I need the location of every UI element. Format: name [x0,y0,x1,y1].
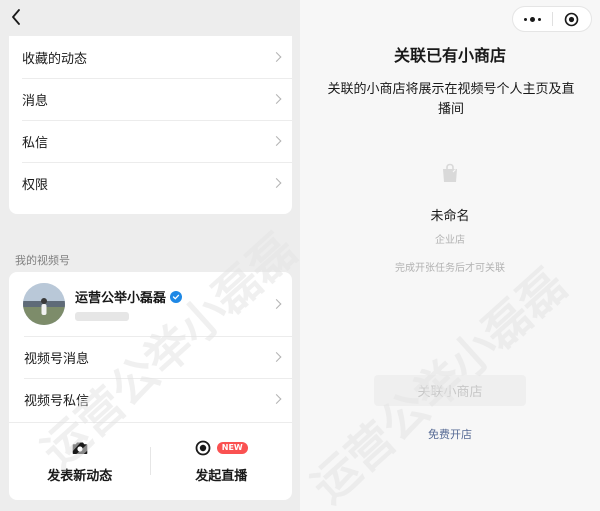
menu-item-label: 权限 [22,177,49,193]
chevron-right-icon [271,178,282,188]
menu-item-label: 私信 [22,135,49,151]
verified-icon [170,290,183,303]
menu-item-favorites[interactable]: 收藏的动态 [9,36,292,78]
channel-item-messages[interactable]: 视频号消息 [9,336,292,378]
chevron-right-icon [271,136,282,146]
channel-name: 运营公举小磊磊 [75,291,167,306]
live-record-icon [195,440,211,456]
new-badge: NEW [216,442,248,454]
open-shop-link[interactable]: 免费开店 [300,426,600,442]
channel-item-label: 视频号消息 [24,351,90,367]
menu-item-messages[interactable]: 消息 [9,78,292,120]
blurred-id [75,312,129,321]
start-live-label: 发起直播 [195,469,248,484]
post-new-label: 发表新动态 [47,469,113,484]
shopping-bag-icon [443,163,457,182]
more-dots-icon [523,16,541,22]
page-title: 关联已有小商店 [393,46,506,65]
post-new-button[interactable]: 发表新动态 [9,423,151,500]
more-button[interactable] [513,7,552,31]
shop-type: 企业店 [435,235,465,246]
settings-card: 收藏的动态 消息 私信 权限 [9,36,292,214]
shop-name: 未命名 [430,209,470,224]
page-description: 关联的小商店将展示在视频号个人主页及直播间 [327,82,575,117]
menu-item-label: 消息 [22,93,49,109]
link-shop-panel: 关联已有小商店 关联的小商店将展示在视频号个人主页及直播间 未命名 企业店 完成… [300,0,600,511]
chevron-left-icon [12,9,20,25]
channel-item-label: 视频号私信 [24,393,90,409]
menu-item-permissions[interactable]: 权限 [9,162,292,204]
chevron-right-icon [271,352,282,362]
link-shop-button[interactable]: 关联小商店 [374,375,526,406]
channel-profile-row[interactable]: 运营公举小磊磊 [9,272,292,336]
mini-program-capsule [512,6,592,32]
start-live-button[interactable]: NEW 发起直播 [151,423,293,500]
channel-actions: 发表新动态 NEW 发起直播 [9,422,292,500]
section-label: 我的视频号 [15,254,70,267]
chevron-right-icon [271,94,282,104]
chevron-right-icon [271,299,282,309]
camera-icon [72,442,88,454]
my-channel-card: 运营公举小磊磊 视频号消息 视频号私信 发表新动态 NEW 发起直播 [9,272,292,500]
back-button[interactable] [6,6,26,28]
chevron-right-icon [271,394,282,404]
channel-settings-panel: 收藏的动态 消息 私信 权限 我的视频号 运营公举小磊磊 视频号消息 视频号私信… [0,0,300,511]
avatar [23,283,65,325]
menu-item-label: 收藏的动态 [22,51,88,67]
menu-item-private-messages[interactable]: 私信 [9,120,292,162]
close-button[interactable] [553,7,592,31]
chevron-right-icon [271,52,282,62]
channel-item-private-messages[interactable]: 视频号私信 [9,378,292,420]
target-close-icon [564,12,579,26]
shop-hint: 完成开张任务后才可关联 [395,263,505,274]
